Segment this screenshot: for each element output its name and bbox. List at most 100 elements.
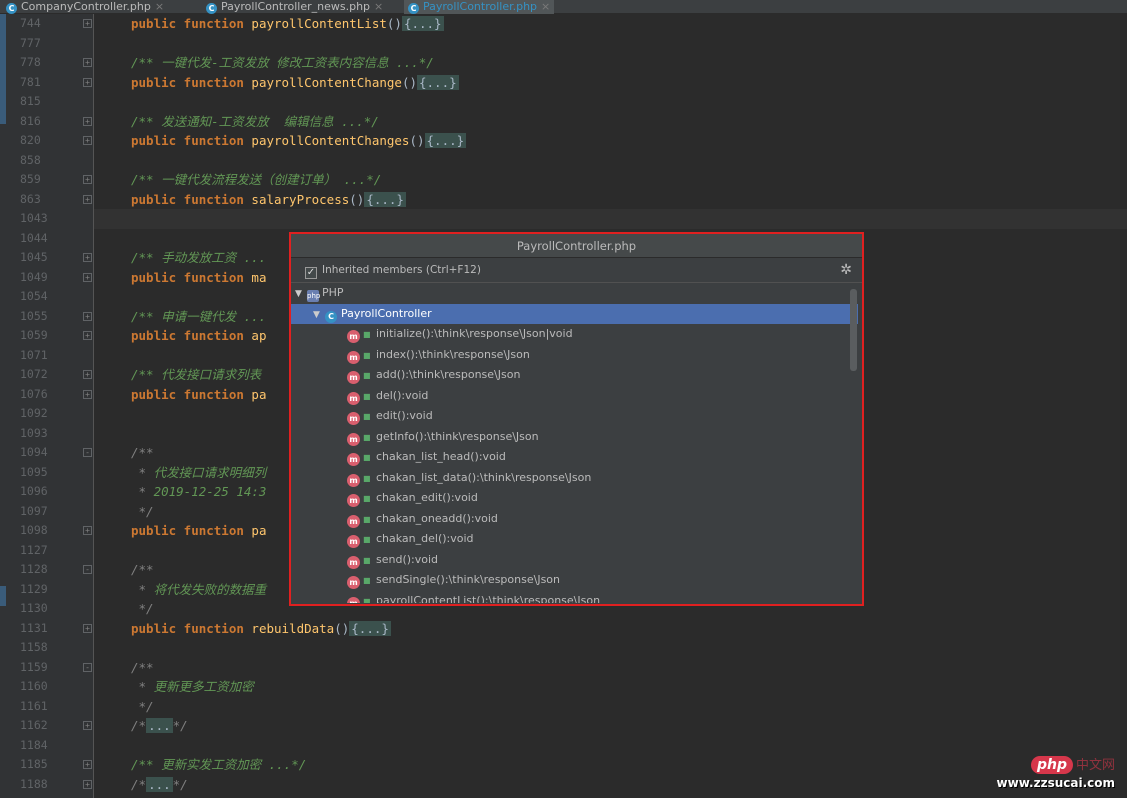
inherited-members-option[interactable]: ✓ Inherited members (Ctrl+F12) ✲ xyxy=(291,258,862,283)
code-line[interactable]: 1162 + /*... */ xyxy=(0,716,1127,736)
code-text: public function payrollContentChanges(){… xyxy=(131,131,467,151)
fold-toggle-icon[interactable]: - xyxy=(83,662,92,672)
code-line[interactable]: 820 + public function payrollContentChange… xyxy=(0,131,1127,151)
code-line[interactable]: 1158 xyxy=(0,638,1127,658)
code-line[interactable]: 1159 - /** xyxy=(0,658,1127,678)
code-line[interactable]: 1161 */ xyxy=(0,697,1127,717)
close-icon[interactable]: × xyxy=(541,0,550,13)
method-item[interactable]: m ■ chakan_list_data():\think\response\Jso… xyxy=(291,468,862,489)
line-number: 1130 xyxy=(20,601,48,615)
code-line[interactable]: 1043 xyxy=(0,209,1127,229)
code-token: 将代发失败的数据重 xyxy=(153,581,267,597)
folded-region[interactable]: {...} xyxy=(424,133,467,148)
code-line[interactable]: 781 + public function payrollContentChange… xyxy=(0,73,1127,93)
method-item[interactable]: m ■ del():void xyxy=(291,386,862,407)
code-token: public function xyxy=(131,74,252,90)
method-item[interactable]: m ■ send():void xyxy=(291,550,862,571)
method-item[interactable]: m ■ getInfo():\think\response\Json xyxy=(291,427,862,448)
method-item[interactable]: m ■ edit():void xyxy=(291,406,862,427)
fold-toggle-icon[interactable]: + xyxy=(83,116,92,126)
code-token: /** 一键代发流程发送（创建订单） ...*/ xyxy=(131,172,382,187)
code-line[interactable]: 1160 * 更新更多工资加密 xyxy=(0,677,1127,697)
tab-payroll-controller-news[interactable]: C PayrollController_news.php × xyxy=(206,0,383,14)
code-line[interactable]: 1184 xyxy=(0,736,1127,756)
method-item[interactable]: m ■ chakan_list_head():void xyxy=(291,447,862,468)
code-line[interactable]: 816 + /** 发送通知-工资发放 编辑信息 ...*/ xyxy=(0,112,1127,132)
fold-toggle-icon[interactable]: + xyxy=(83,623,92,633)
method-signature: chakan_edit():void xyxy=(376,491,478,504)
fold-toggle-icon[interactable]: + xyxy=(83,779,92,789)
close-icon[interactable]: × xyxy=(374,0,383,13)
popup-scrollbar-thumb[interactable] xyxy=(850,289,857,371)
code-line[interactable]: 744 + public function payrollContentList()… xyxy=(0,14,1127,34)
fold-toggle-icon[interactable]: + xyxy=(83,77,92,87)
line-number: 1161 xyxy=(20,698,48,713)
code-line[interactable]: 858 xyxy=(0,151,1127,171)
tab-company-controller[interactable]: C CompanyController.php × xyxy=(6,0,164,14)
fold-toggle-icon[interactable]: + xyxy=(83,370,92,379)
fold-toggle-icon[interactable]: + xyxy=(83,331,92,340)
method-item[interactable]: m ■ chakan_oneadd():void xyxy=(291,509,862,530)
public-visibility-icon: ■ xyxy=(363,350,371,360)
line-number: 1098 xyxy=(20,523,48,537)
expand-arrow-icon[interactable]: ▼ xyxy=(295,284,307,305)
public-visibility-icon: ■ xyxy=(363,576,371,585)
code-line[interactable]: 859 + /** 一键代发流程发送（创建订单） ...*/ xyxy=(0,170,1127,190)
expand-arrow-icon[interactable]: ▼ xyxy=(313,305,325,326)
fold-toggle-icon[interactable]: + xyxy=(83,19,92,28)
folded-region[interactable]: {...} xyxy=(401,16,444,31)
folded-region[interactable]: {...} xyxy=(349,620,391,636)
php-class-icon: C xyxy=(206,3,217,14)
inherited-members-checkbox[interactable]: ✓ xyxy=(305,267,317,279)
method-item[interactable]: m ■ initialize():\think\response\Json|void xyxy=(291,324,862,345)
method-item[interactable]: m ■ add():\think\response\Json xyxy=(291,365,862,386)
file-structure-popup[interactable]: PayrollController.php ✓ Inherited members… xyxy=(289,232,864,606)
code-line[interactable]: 815 xyxy=(0,92,1127,112)
fold-toggle-icon[interactable]: + xyxy=(83,526,92,535)
line-number: 1159 xyxy=(20,659,48,674)
fold-toggle-icon[interactable]: + xyxy=(83,721,92,730)
close-icon[interactable]: × xyxy=(155,0,164,13)
code-line[interactable]: 777 xyxy=(0,34,1127,54)
tab-payroll-controller[interactable]: C PayrollController.php × xyxy=(404,0,555,14)
line-number: 1131 xyxy=(20,620,48,635)
code-token: public function xyxy=(131,191,252,207)
code-token: /** 申请一键代发 ... xyxy=(131,308,267,324)
php-class-icon: C xyxy=(6,3,17,14)
code-text: /** 更新实发工资加密 ...*/ xyxy=(131,755,306,775)
fold-toggle-icon[interactable]: - xyxy=(83,448,92,457)
tree-class-payroll-controller[interactable]: ▼ C PayrollController xyxy=(291,303,858,326)
method-signature: chakan_oneadd():void xyxy=(376,511,498,525)
fold-toggle-icon[interactable]: + xyxy=(83,58,92,67)
folded-region[interactable]: ... xyxy=(146,776,173,792)
fold-toggle-icon[interactable]: + xyxy=(83,760,92,769)
fold-toggle-icon[interactable]: + xyxy=(83,194,92,204)
code-line[interactable]: 863 + public function salaryProcess() {...} xyxy=(0,190,1127,210)
tree-root-php[interactable]: ▼ php PHP xyxy=(291,283,862,304)
folded-region[interactable]: {...} xyxy=(417,74,459,90)
structure-tree[interactable]: ▼ php PHP ▼ C PayrollController m ■ initialize… xyxy=(291,283,862,603)
code-token: () xyxy=(401,74,417,90)
fold-toggle-icon[interactable]: + xyxy=(83,253,92,262)
code-line[interactable]: 1185 + /** 更新实发工资加密 ...*/ xyxy=(0,755,1127,775)
code-line[interactable]: 1188 + /*... */ xyxy=(0,775,1127,795)
method-item[interactable]: m ■ chakan_del():void xyxy=(291,529,862,550)
tab-label: PayrollController.php xyxy=(423,0,538,13)
fold-toggle-icon[interactable]: + xyxy=(83,311,92,321)
fold-toggle-icon[interactable]: + xyxy=(83,389,92,399)
fold-toggle-icon[interactable]: - xyxy=(83,565,92,574)
gear-icon[interactable]: ✲ xyxy=(840,258,852,283)
method-item[interactable]: m ■ payrollContentList():\think\response\J… xyxy=(291,591,862,603)
fold-toggle-icon[interactable]: + xyxy=(83,136,92,145)
folded-region[interactable]: {...} xyxy=(364,191,406,207)
method-item[interactable]: m ■ chakan_edit():void xyxy=(291,488,862,509)
folded-region[interactable]: ... xyxy=(146,718,173,733)
method-signature: chakan_del():void xyxy=(376,532,474,545)
code-token: /* xyxy=(131,718,147,733)
method-item[interactable]: m ■ sendSingle():\think\response\Json xyxy=(291,570,862,591)
code-line[interactable]: 778 + /** 一键代发-工资发放 修改工资表内容信息 ...*/ xyxy=(0,53,1127,73)
code-line[interactable]: 1131 + public function rebuildData() {...} xyxy=(0,619,1127,639)
fold-toggle-icon[interactable]: + xyxy=(83,175,92,184)
method-item[interactable]: m ■ index():\think\response\Json xyxy=(291,345,862,366)
fold-toggle-icon[interactable]: + xyxy=(83,272,92,282)
